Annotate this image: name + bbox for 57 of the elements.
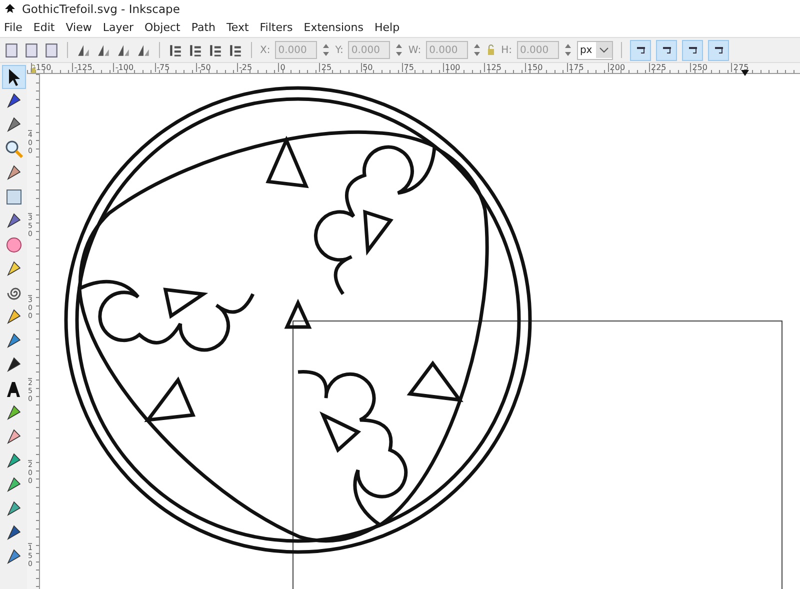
spin-arrows-icon[interactable] (322, 42, 330, 58)
ruler-label: -150 (31, 63, 52, 72)
menu-item[interactable]: View (66, 21, 92, 34)
menu-item[interactable]: Path (191, 21, 216, 34)
menu-item[interactable]: Help (374, 21, 400, 34)
ruler-label: -75 (154, 63, 170, 72)
ruler-label: 200 (608, 63, 626, 72)
ruler-label: 125 (484, 63, 502, 72)
ruler-label: -50 (196, 63, 211, 72)
ruler-label: 100 (443, 63, 460, 72)
transform-icon[interactable] (116, 42, 131, 58)
ruler-label: 250 (690, 63, 708, 72)
spin-arrows-icon[interactable] (564, 42, 572, 58)
field-label: H: (501, 44, 512, 56)
layer-order-icon[interactable] (168, 42, 183, 58)
app-logo-icon (4, 3, 16, 15)
scale-toggle[interactable] (656, 40, 678, 60)
menu-item[interactable]: Edit (33, 21, 55, 34)
ruler-label: -125 (72, 63, 92, 72)
layer-order-icon[interactable] (228, 42, 243, 58)
ruler-label: 225 (649, 63, 666, 72)
spin-arrows-icon[interactable] (395, 42, 404, 58)
ruler-label: 75 (402, 63, 414, 72)
ruler-label: 150 (525, 63, 543, 72)
menu-item[interactable]: Layer (102, 21, 134, 34)
field-label: X: (260, 44, 270, 56)
ruler-label: 50 (360, 63, 373, 72)
pointer-marker-icon (741, 70, 749, 76)
spin-arrows-icon[interactable] (473, 42, 482, 58)
menu-item[interactable]: Object (144, 21, 180, 34)
tool-icon (4, 187, 24, 207)
lock-icon[interactable] (486, 44, 496, 56)
tool-icon (4, 235, 24, 255)
scale-toggle[interactable] (708, 40, 730, 60)
layer-order-icon[interactable] (188, 42, 203, 58)
window-title: GothicTrefoil.svg - Inkscape (22, 2, 180, 16)
layer-order-icon[interactable] (208, 42, 223, 58)
menu-item[interactable]: File (4, 21, 22, 34)
field-label: Y: (335, 44, 344, 56)
menu-item[interactable]: Extensions (304, 21, 364, 34)
menu-item[interactable]: Filters (260, 21, 293, 34)
transform-icon[interactable] (136, 42, 151, 58)
ruler-label: 175 (566, 63, 584, 72)
ruler-label: 25 (319, 63, 332, 72)
menu-item[interactable]: Text (226, 21, 249, 34)
ruler-label: -100 (113, 63, 134, 72)
ruler-label: 0 (278, 63, 286, 72)
scale-toggle[interactable] (682, 40, 704, 60)
unit-dropdown[interactable]: px (576, 40, 614, 60)
ruler-label: -25 (237, 63, 252, 72)
field-label: W: (408, 44, 422, 56)
tool-button[interactable] (2, 65, 26, 89)
caret-icon (596, 42, 612, 58)
scale-toggle[interactable] (630, 40, 652, 60)
transform-icon[interactable] (96, 42, 111, 58)
transform-icon[interactable] (76, 42, 91, 58)
tool-icon (4, 139, 24, 159)
